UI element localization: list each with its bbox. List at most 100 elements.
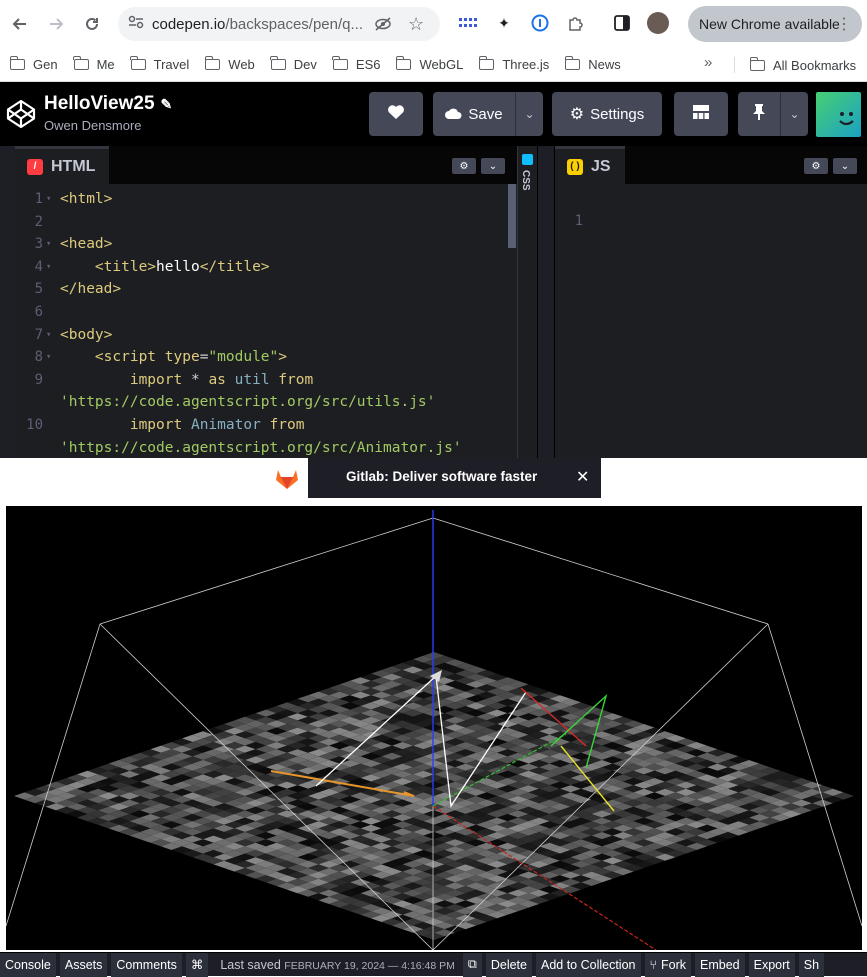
bookmark-folder-gen[interactable]: Gen <box>9 56 58 72</box>
console-button[interactable]: Console <box>0 952 56 977</box>
fold-arrow-icon[interactable]: ▾ <box>46 188 51 210</box>
new-chrome-available-button[interactable]: New Chrome available ⋮ <box>688 6 862 42</box>
embed-button[interactable]: Embed <box>695 952 745 977</box>
fold-arrow-icon[interactable]: ▾ <box>46 324 51 346</box>
fold-arrow-icon[interactable]: ▾ <box>46 256 51 278</box>
html-code-area[interactable]: 1 ▾ <html> 2 3 ▾ <head> 4 ▾ <title>hello</title>… <box>15 184 517 458</box>
profile-avatar-icon[interactable] <box>645 10 671 36</box>
open-new-window-button[interactable]: ⧉ <box>462 952 482 977</box>
wireframe-edge <box>432 517 769 625</box>
keyboard-shortcuts-button[interactable]: ⌘ <box>185 952 209 977</box>
pin-extension-icon[interactable]: ✦ <box>491 10 517 36</box>
3d-scene[interactable] <box>6 506 862 950</box>
pin-button[interactable] <box>738 92 780 136</box>
css-editor-collapsed[interactable]: CSS <box>517 146 537 458</box>
bookmark-folder-travel[interactable]: Travel <box>130 56 189 72</box>
edit-pencil-icon[interactable]: ✎ <box>161 96 173 113</box>
html-tab-label: HTML <box>51 157 96 175</box>
bookmark-folder-me[interactable]: Me <box>73 56 115 72</box>
line-number: 1 <box>574 213 583 229</box>
folder-icon <box>73 56 89 70</box>
settings-button[interactable]: ⚙ Settings <box>552 92 662 136</box>
folder-icon <box>564 56 581 70</box>
codepen-logo-icon[interactable] <box>6 99 36 129</box>
kebab-menu-icon[interactable]: ⋮ <box>836 14 852 34</box>
fold-arrow-icon[interactable]: ▾ <box>46 233 51 255</box>
bookmark-folder-threejs[interactable]: Three.js <box>478 56 549 72</box>
ad-text[interactable]: Gitlab: Deliver software faster <box>346 469 537 484</box>
bookmarks-divider <box>734 57 735 73</box>
reload-icon[interactable] <box>78 10 106 38</box>
wireframe-edge <box>99 517 434 625</box>
bookmark-star-icon[interactable]: ☆ <box>408 14 424 35</box>
eye-off-icon[interactable] <box>374 16 392 37</box>
pin-options-dropdown[interactable]: ⌄ <box>780 92 808 136</box>
chevron-down-icon[interactable]: ⌄ <box>481 158 505 174</box>
bookmark-folder-web[interactable]: Web <box>204 56 255 72</box>
address-bar[interactable]: codepen.io/backspaces/pen/q... ☆ <box>118 7 440 41</box>
folder-icon <box>130 56 146 70</box>
love-button[interactable] <box>369 92 423 136</box>
bookmark-folder-dev[interactable]: Dev <box>270 56 317 72</box>
extension-grid-icon[interactable] <box>455 10 481 36</box>
line-number: 7 <box>34 326 43 343</box>
js-code-area[interactable]: 1 <box>555 184 867 458</box>
delete-button[interactable]: Delete <box>485 952 532 977</box>
folder-icon <box>204 56 221 70</box>
code-text: 'https://code.agentscript.org/src/utils.… <box>60 394 436 411</box>
editor-panels: / HTML ⚙ ⌄ 1 ▾ <html> 2 3 ▾ <head> 4 ▾ <title>he… <box>0 146 867 458</box>
settings-label: Settings <box>590 105 645 123</box>
pen-title[interactable]: HelloView25 ✎ <box>44 93 172 115</box>
save-options-dropdown[interactable]: ⌄ <box>515 92 543 136</box>
pen-author[interactable]: Owen Densmore <box>44 118 142 133</box>
js-braces-icon: ( ) <box>567 158 583 175</box>
code-text: <script type="module"> <box>94 349 287 366</box>
js-editor[interactable]: ( ) JS ⚙ ⌄ 1 <box>555 146 867 458</box>
js-tab[interactable]: ( ) JS <box>555 146 625 184</box>
change-view-button[interactable] <box>674 92 728 136</box>
last-saved-status: Last saved FEBRUARY 19, 2024 — 4:16:48 P… <box>220 957 455 972</box>
extensions-puzzle-icon[interactable] <box>563 10 589 36</box>
threejs-canvas[interactable] <box>6 506 862 950</box>
forward-icon[interactable] <box>42 10 70 38</box>
css-icon <box>522 154 533 165</box>
share-button[interactable]: Sh <box>798 952 825 977</box>
side-panel-icon[interactable] <box>609 10 635 36</box>
all-bookmarks[interactable]: All Bookmarks <box>749 48 856 82</box>
html-editor[interactable]: / HTML ⚙ ⌄ 1 ▾ <html> 2 3 ▾ <head> 4 ▾ <title>he… <box>15 146 517 458</box>
bookmarks-bar: Gen Me Travel Web Dev ES6 WebGL Three.js… <box>0 48 867 82</box>
comments-button[interactable]: Comments <box>111 952 182 977</box>
fold-arrow-icon[interactable]: ▾ <box>46 346 51 368</box>
layout-icon <box>693 105 709 123</box>
save-button[interactable]: Save <box>433 92 515 136</box>
site-info-icon[interactable] <box>128 15 144 34</box>
command-icon: ⌘ <box>190 958 204 972</box>
add-to-collection-button[interactable]: Add to Collection <box>535 952 641 977</box>
bookmark-folder-news[interactable]: News <box>564 56 621 72</box>
line-number: 6 <box>34 304 43 320</box>
password-manager-icon[interactable] <box>527 10 553 36</box>
user-avatar[interactable] <box>816 92 861 137</box>
chevron-down-icon[interactable]: ⌄ <box>833 158 857 174</box>
html-tab[interactable]: / HTML <box>15 146 110 184</box>
line-number: 9 <box>34 371 43 388</box>
assets-button[interactable]: Assets <box>59 952 108 977</box>
html-settings-icon[interactable]: ⚙ <box>452 158 476 174</box>
external-link-icon: ⧉ <box>467 957 477 971</box>
preview-pane <box>0 498 867 950</box>
bookmark-folder-es6[interactable]: ES6 <box>332 56 380 72</box>
code-text: <head> <box>60 236 113 253</box>
more-bookmarks-icon[interactable]: » <box>704 54 712 71</box>
back-icon[interactable] <box>6 10 34 38</box>
close-icon[interactable]: ✕ <box>576 467 589 487</box>
editor-resizer[interactable] <box>537 146 555 458</box>
fork-button[interactable]: ⑂ Fork <box>644 952 692 977</box>
save-label: Save <box>468 105 503 123</box>
export-button[interactable]: Export <box>748 952 795 977</box>
folder-icon <box>395 56 412 70</box>
bookmark-folder-webgl[interactable]: WebGL <box>395 56 463 72</box>
scroll-thumb[interactable] <box>508 184 516 248</box>
html-editor-scrollbar[interactable] <box>507 184 517 458</box>
js-settings-icon[interactable]: ⚙ <box>804 158 828 174</box>
gitlab-ad[interactable]: Gitlab: Deliver software faster ✕ <box>266 458 601 498</box>
